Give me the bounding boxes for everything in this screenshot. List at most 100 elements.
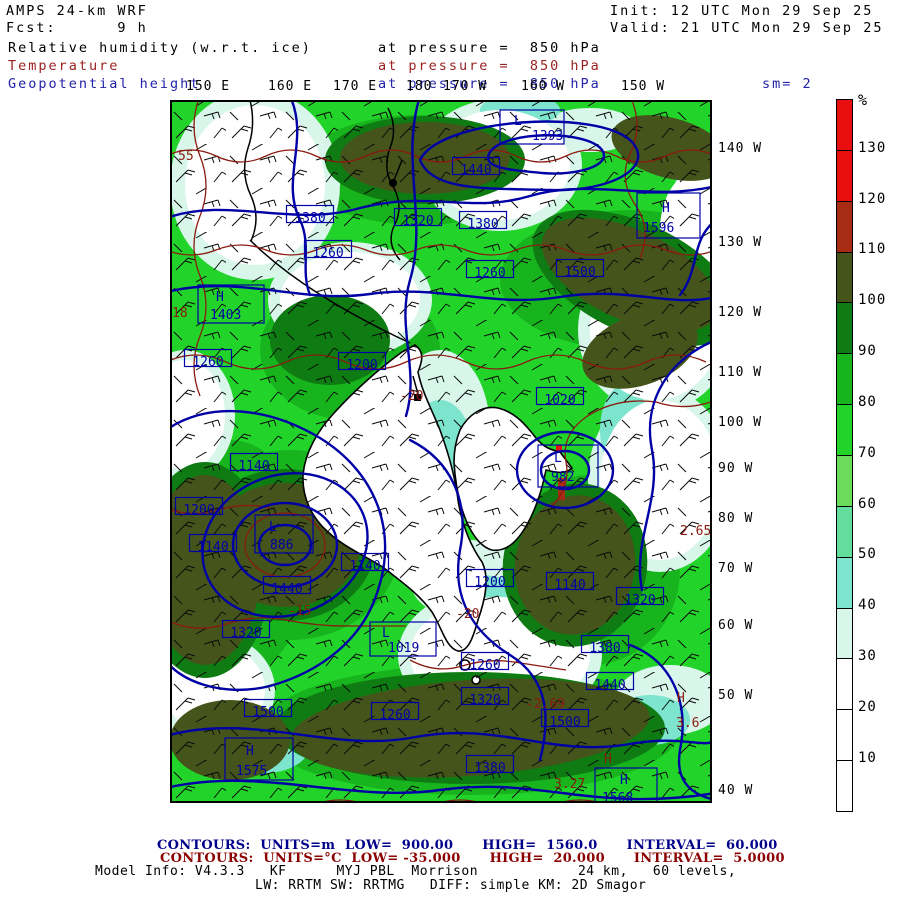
contour-label: 1260: [312, 246, 343, 261]
temp-label: 55: [178, 149, 194, 164]
lon-label-top: 170 E: [333, 79, 378, 94]
colorbar-tick: 30: [858, 648, 877, 664]
lon-label-right: 50 W: [718, 688, 754, 703]
contour-label: 1320: [402, 214, 433, 229]
lon-label-right: 60 W: [718, 618, 754, 633]
temp-label: -2.69: [526, 697, 565, 712]
field-rh-level: at pressure = 850 hPa: [378, 40, 601, 56]
low-value: 1019: [388, 641, 419, 656]
temp-label: 2.65: [680, 524, 711, 539]
contour-label: 1380: [294, 211, 325, 226]
contour-label: 1500: [564, 265, 595, 280]
lon-label-right: 90 W: [718, 461, 754, 476]
colorbar-tick: 100: [858, 292, 887, 308]
physics-info: LW: RRTM SW: RRTMG DIFF: simple KM: 2D S…: [255, 878, 647, 893]
lon-label-right: 100 W: [718, 415, 763, 430]
lon-label-right: 140 W: [718, 141, 763, 156]
temp-label: -20: [456, 607, 479, 622]
contour-label: 1260: [469, 658, 500, 673]
low-value: 1393: [532, 129, 563, 144]
field-temp-level: at pressure = 850 hPa: [378, 58, 601, 74]
antarctic-map: 1380 1320 1440 1380 1260 1260 1500 1140 …: [170, 100, 712, 803]
forecast-hour: Fcst: 9 h: [6, 20, 148, 36]
init-time: Init: 12 UTC Mon 29 Sep 25: [610, 3, 874, 19]
contour-label: 1380: [467, 217, 498, 232]
page-title: AMPS 24-km WRF: [6, 3, 148, 19]
low-value: 982: [551, 470, 574, 485]
contour-label: 1140: [238, 459, 269, 474]
weather-chart-page: AMPS 24-km WRF Fcst: 9 h Init: 12 UTC Mo…: [0, 0, 900, 900]
lon-label-top: 180: [406, 79, 433, 94]
lon-label-right: 130 W: [718, 235, 763, 250]
temp-label: -20: [400, 389, 423, 404]
contour-label: 1320: [230, 626, 261, 641]
contour-label: 1380: [474, 761, 505, 776]
contour-label: 1380: [589, 641, 620, 656]
temp-high-marker: H: [677, 691, 685, 706]
contour-label: 1260: [379, 708, 410, 723]
contour-label: 1440: [271, 582, 302, 597]
colorbar-tick: 70: [858, 445, 877, 461]
colorbar-tick: 110: [858, 241, 887, 257]
wind-barbs: [170, 100, 712, 803]
temp-label: 3.27: [554, 777, 585, 792]
colorbar-tick: 10: [858, 750, 877, 766]
colorbar-unit: %: [858, 91, 868, 109]
temp-label: -15: [288, 604, 311, 619]
contour-label: 1140: [349, 559, 380, 574]
field-rh-label: Relative humidity (w.r.t. ice): [8, 40, 312, 56]
field-temp-label: Temperature: [8, 58, 120, 74]
lon-label-top: 150 E: [186, 79, 231, 94]
contour-label: 1140: [197, 540, 228, 555]
colorbar-tick: 130: [858, 140, 887, 156]
temp-high-marker: H: [604, 752, 612, 767]
high-marker: H: [620, 773, 628, 788]
colorbar-tick: 60: [858, 496, 877, 512]
colorbar-tick: 40: [858, 597, 877, 613]
high-marker: H: [216, 290, 224, 305]
lon-label-top: 160 W: [521, 79, 566, 94]
colorbar-tick: 50: [858, 546, 877, 562]
contour-label: 1440: [460, 163, 491, 178]
contour-label: 1200: [183, 503, 214, 518]
low-marker: L: [382, 626, 390, 641]
high-value: 1596: [643, 221, 674, 236]
low-marker: L: [514, 114, 522, 129]
contour-label: 1200: [346, 358, 377, 373]
lon-label-right: 80 W: [718, 511, 754, 526]
high-value: 1575: [236, 764, 267, 779]
colorbar: [836, 99, 853, 812]
contour-label: 1500: [549, 715, 580, 730]
contour-label: 1260: [192, 355, 223, 370]
high-value: 1403: [210, 308, 241, 323]
colorbar-tick: 80: [858, 394, 877, 410]
lon-label-right: 70 W: [718, 561, 754, 576]
high-marker: H: [662, 201, 670, 216]
colorbar-tick: 120: [858, 191, 887, 207]
model-info: Model Info: V4.3.3 KF MYJ PBL Morrison 2…: [95, 864, 737, 879]
lon-label-top: 170 W: [443, 79, 488, 94]
temp-label: 18: [172, 306, 188, 321]
contour-label: 1440: [594, 678, 625, 693]
contour-label: 1320: [624, 593, 655, 608]
colorbar-tick: 20: [858, 699, 877, 715]
contour-label: 1020: [544, 393, 575, 408]
lon-label-right: 120 W: [718, 305, 763, 320]
contour-label: 1500: [252, 705, 283, 720]
low-marker: L: [269, 520, 277, 535]
colorbar-tick: 90: [858, 343, 877, 359]
low-value: 886: [270, 538, 293, 553]
field-hgt-label: Geopotential height: [8, 76, 201, 92]
temp-label: 3.6: [676, 716, 699, 731]
contour-label: 1320: [469, 693, 500, 708]
contour-label: 1200: [474, 575, 505, 590]
lon-label-top: 150 W: [621, 79, 666, 94]
contour-label: 1260: [474, 266, 505, 281]
lon-label-right: 40 W: [718, 783, 754, 798]
high-marker: H: [246, 744, 254, 759]
contour-label: 1140: [554, 578, 585, 593]
lon-label-right: 110 W: [718, 365, 763, 380]
low-marker: L: [554, 451, 562, 466]
valid-time: Valid: 21 UTC Mon 29 Sep 25: [610, 20, 884, 36]
map-art: 1380 1320 1440 1380 1260 1260 1500 1140 …: [170, 100, 712, 803]
